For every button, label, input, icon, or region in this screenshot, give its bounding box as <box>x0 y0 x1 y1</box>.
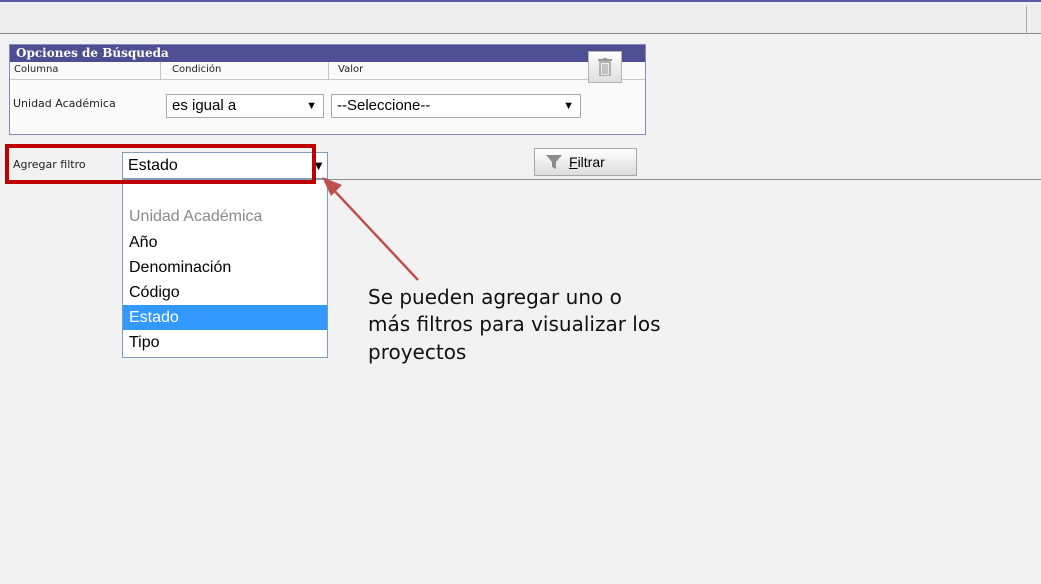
annotation-line: más filtros para visualizar los <box>368 312 661 336</box>
annotation-line: proyectos <box>368 340 467 364</box>
annotation-line: Se pueden agregar uno o <box>368 285 622 309</box>
